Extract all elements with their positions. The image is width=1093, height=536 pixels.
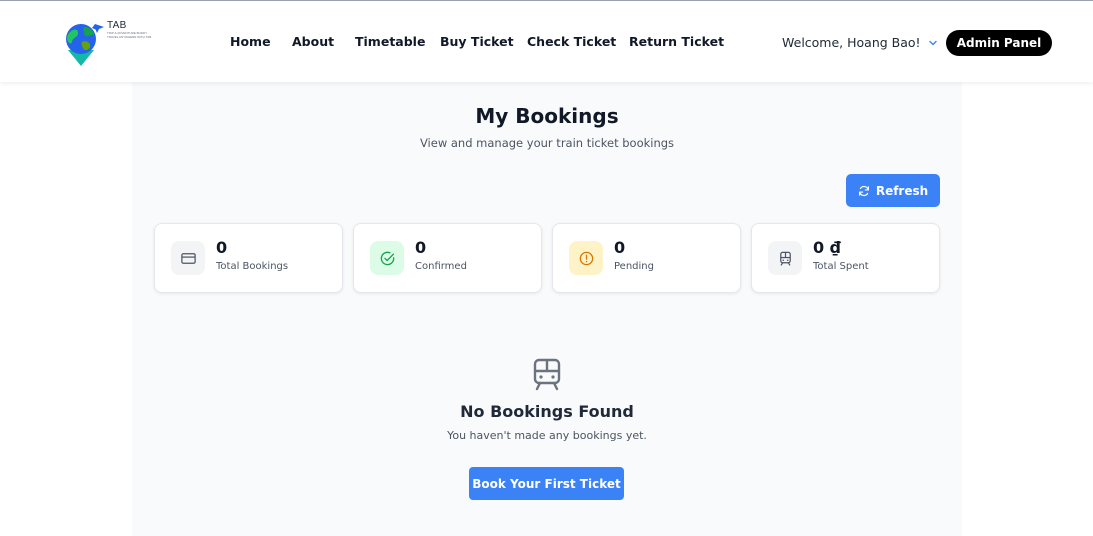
stat-label: Total Spent: [813, 261, 869, 272]
stat-icon-wrap: [370, 241, 404, 275]
brand-name: TAB: [107, 20, 127, 31]
nav-check-ticket[interactable]: Check Ticket: [527, 34, 616, 49]
stat-label: Pending: [614, 261, 654, 272]
book-first-ticket-button[interactable]: Book Your First Ticket: [469, 467, 624, 500]
page-title: My Bookings: [475, 104, 619, 128]
user-menu[interactable]: Welcome, Hoang Bao!: [782, 35, 938, 50]
stat-value: 0: [614, 238, 626, 257]
nav-timetable[interactable]: Timetable: [355, 34, 425, 49]
welcome-text: Welcome, Hoang Bao!: [782, 35, 921, 50]
nav-return-ticket[interactable]: Return Ticket: [629, 34, 724, 49]
train-icon: [533, 358, 561, 391]
stat-label: Total Bookings: [216, 261, 289, 272]
credit-card-icon: [180, 252, 196, 264]
bookings-panel: My Bookings View and manage your train t…: [132, 82, 962, 536]
stat-icon-wrap: [569, 241, 603, 275]
nav-buy-ticket[interactable]: Buy Ticket: [440, 34, 514, 49]
site-header: TAB TRIP & ADVENTURE BUDDY TRAVEL ANYWHE…: [0, 1, 1093, 82]
stat-card-total-bookings: 0 Total Bookings: [154, 223, 343, 293]
stat-label: Confirmed: [415, 261, 467, 272]
stat-value: 0: [415, 238, 427, 257]
empty-state-subtitle: You haven't made any bookings yet.: [447, 429, 647, 442]
admin-panel-button[interactable]: Admin Panel: [946, 30, 1052, 56]
stat-value: 0 ₫: [813, 238, 841, 257]
page-subtitle: View and manage your train ticket bookin…: [419, 136, 675, 150]
empty-state-title: No Bookings Found: [460, 402, 634, 421]
stat-icon-wrap: [171, 241, 205, 275]
brand-tagline-1: TRIP & ADVENTURE BUDDY: [107, 32, 148, 35]
nav-about[interactable]: About: [292, 34, 334, 49]
refresh-label: Refresh: [875, 183, 929, 198]
train-icon: [779, 251, 791, 266]
stat-card-total-spent: 0 ₫ Total Spent: [751, 223, 940, 293]
brand-tagline-2: TRAVEL ANYWHERE WITH TAB: [107, 36, 152, 39]
refresh-button[interactable]: Refresh: [846, 174, 940, 207]
alert-circle-icon: [579, 251, 593, 265]
nav-home[interactable]: Home: [230, 34, 271, 49]
check-circle-icon: [380, 251, 394, 265]
stat-card-confirmed: 0 Confirmed: [353, 223, 542, 293]
stat-card-pending: 0 Pending: [552, 223, 741, 293]
stat-icon-wrap: [768, 241, 802, 275]
chevron-down-icon: [928, 40, 937, 45]
stat-value: 0: [216, 238, 228, 257]
refresh-icon: [858, 185, 869, 196]
brand-logo[interactable]: TAB TRIP & ADVENTURE BUDDY TRAVEL ANYWHE…: [0, 1, 170, 81]
